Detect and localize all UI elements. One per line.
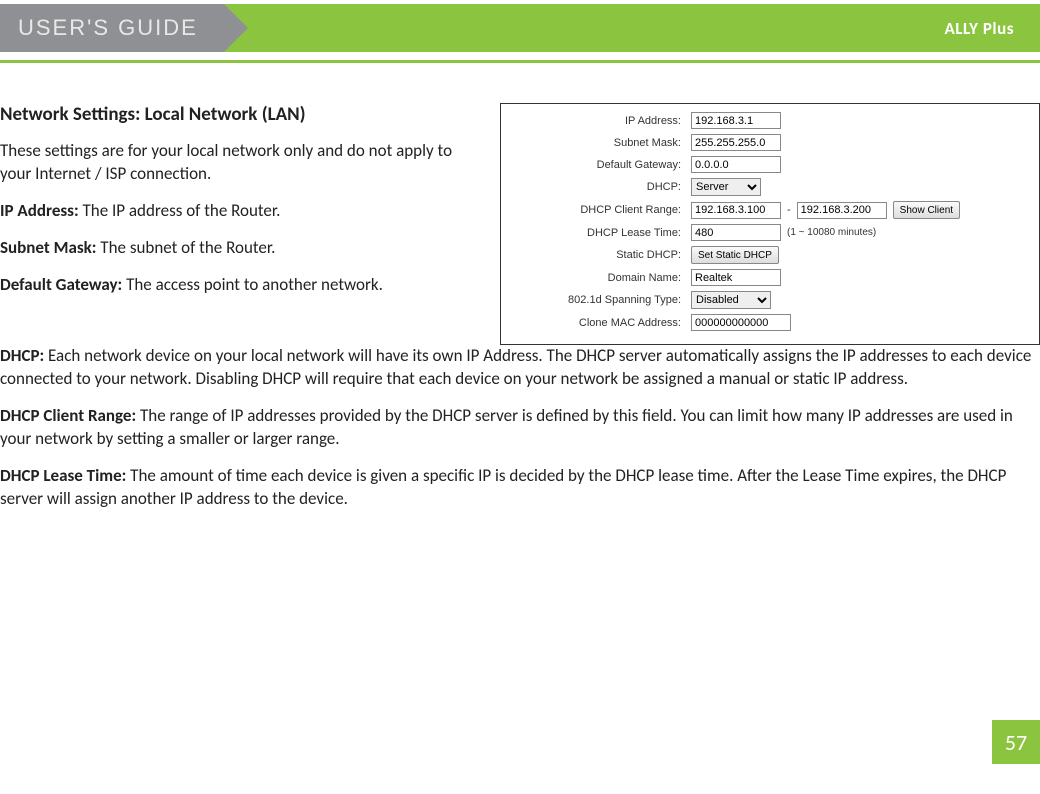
header-left: USER'S GUIDE [0,4,224,52]
label-domain: Domain Name: [505,272,685,284]
input-subnet-mask[interactable] [691,134,781,151]
label-mask: Subnet Mask: [505,137,685,149]
row-domain: Domain Name: [505,269,1035,286]
select-spanning[interactable]: Disabled [691,291,771,309]
lease-label: DHCP Lease Time: [0,465,126,486]
gateway-paragraph: Default Gateway: The access point to ano… [0,274,470,297]
page-number: 57 [992,720,1040,764]
dhcp-text: Each network device on your local networ… [0,345,1031,389]
config-panel: IP Address: Subnet Mask: Default Gateway… [500,103,1040,345]
row-gw: Default Gateway: [505,156,1035,173]
input-lease-time[interactable] [691,224,781,241]
input-default-gateway[interactable] [691,156,781,173]
set-static-dhcp-button[interactable]: Set Static DHCP [691,246,779,264]
label-range: DHCP Client Range: [505,204,685,216]
row-mac: Clone MAC Address: [505,314,1035,331]
subnet-text: The subnet of the Router. [96,237,275,258]
label-lease: DHCP Lease Time: [505,227,685,239]
label-gw: Default Gateway: [505,159,685,171]
header-bar: USER'S GUIDE ALLY Plus [0,4,1040,52]
lease-hint: (1 ~ 10080 minutes) [787,227,876,238]
input-clone-mac[interactable] [691,314,791,331]
label-static: Static DHCP: [505,249,685,261]
product-name: ALLY Plus [945,18,1015,39]
row-static: Static DHCP: Set Static DHCP [505,246,1035,264]
lease-text: The amount of time each device is given … [0,465,1006,509]
ipaddr-label: IP Address: [0,200,79,221]
ipaddr-text: The IP address of the Router. [79,200,281,221]
row-mask: Subnet Mask: [505,134,1035,151]
input-range-end[interactable] [797,202,887,219]
content-area: Network Settings: Local Network (LAN) Th… [0,63,1040,511]
row-ip: IP Address: [505,112,1035,129]
range-text: The range of IP addresses provided by th… [0,405,1013,449]
range-dash: - [787,204,791,216]
gateway-label: Default Gateway: [0,274,122,295]
label-mac: Clone MAC Address: [505,317,685,329]
range-label: DHCP Client Range: [0,405,136,426]
row-dhcp: DHCP: Server [505,178,1035,196]
subnet-paragraph: Subnet Mask: The subnet of the Router. [0,237,470,260]
show-client-button[interactable]: Show Client [893,201,960,219]
label-ip: IP Address: [505,115,685,127]
input-domain-name[interactable] [691,269,781,286]
gateway-text: The access point to another network. [122,274,383,295]
intro-paragraph: These settings are for your local networ… [0,140,470,186]
label-spanning: 802.1d Spanning Type: [505,294,685,306]
section-title: Network Settings: Local Network (LAN) [0,103,470,126]
dhcp-label: DHCP: [0,345,44,366]
row-spanning: 802.1d Spanning Type: Disabled [505,291,1035,309]
guide-title: USER'S GUIDE [18,15,198,41]
input-ip-address[interactable] [691,112,781,129]
label-dhcp: DHCP: [505,181,685,193]
ipaddr-paragraph: IP Address: The IP address of the Router… [0,200,470,223]
dhcp-paragraph: DHCP: Each network device on your local … [0,345,1040,391]
range-paragraph: DHCP Client Range: The range of IP addre… [0,405,1040,451]
row-lease: DHCP Lease Time: (1 ~ 10080 minutes) [505,224,1035,241]
subnet-label: Subnet Mask: [0,237,96,258]
input-range-start[interactable] [691,202,781,219]
lease-paragraph: DHCP Lease Time: The amount of time each… [0,465,1040,511]
select-dhcp[interactable]: Server [691,178,761,196]
row-range: DHCP Client Range: - Show Client [505,201,1035,219]
